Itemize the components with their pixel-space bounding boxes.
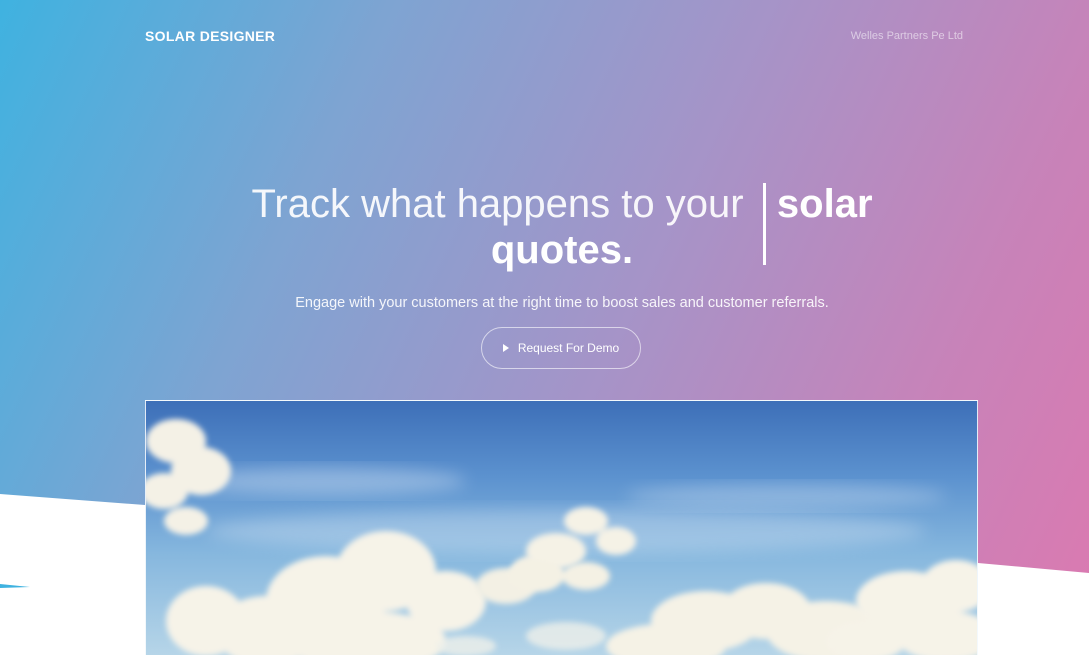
- headline-bold-word: solar: [776, 182, 873, 226]
- hero-headline: Track what happens to your solar quotes.: [0, 181, 1089, 273]
- hero-subtitle: Engage with your customers at the right …: [295, 295, 829, 311]
- headline-light-text: Track what happens to your: [251, 182, 744, 226]
- play-icon: [502, 344, 509, 352]
- request-demo-button[interactable]: Request For Demo: [481, 327, 641, 369]
- brand-logo[interactable]: SOLAR DESIGNER: [145, 28, 275, 44]
- request-demo-label: Request For Demo: [517, 341, 620, 355]
- headline-bold-line: quotes.: [490, 228, 634, 272]
- clouds-illustration: [146, 419, 977, 655]
- typing-cursor: [763, 183, 766, 265]
- company-name: Welles Partners Pe Ltd: [850, 30, 963, 42]
- top-navigation: SOLAR DESIGNER Welles Partners Pe Ltd: [145, 27, 965, 47]
- hero-sky-image: [145, 400, 978, 655]
